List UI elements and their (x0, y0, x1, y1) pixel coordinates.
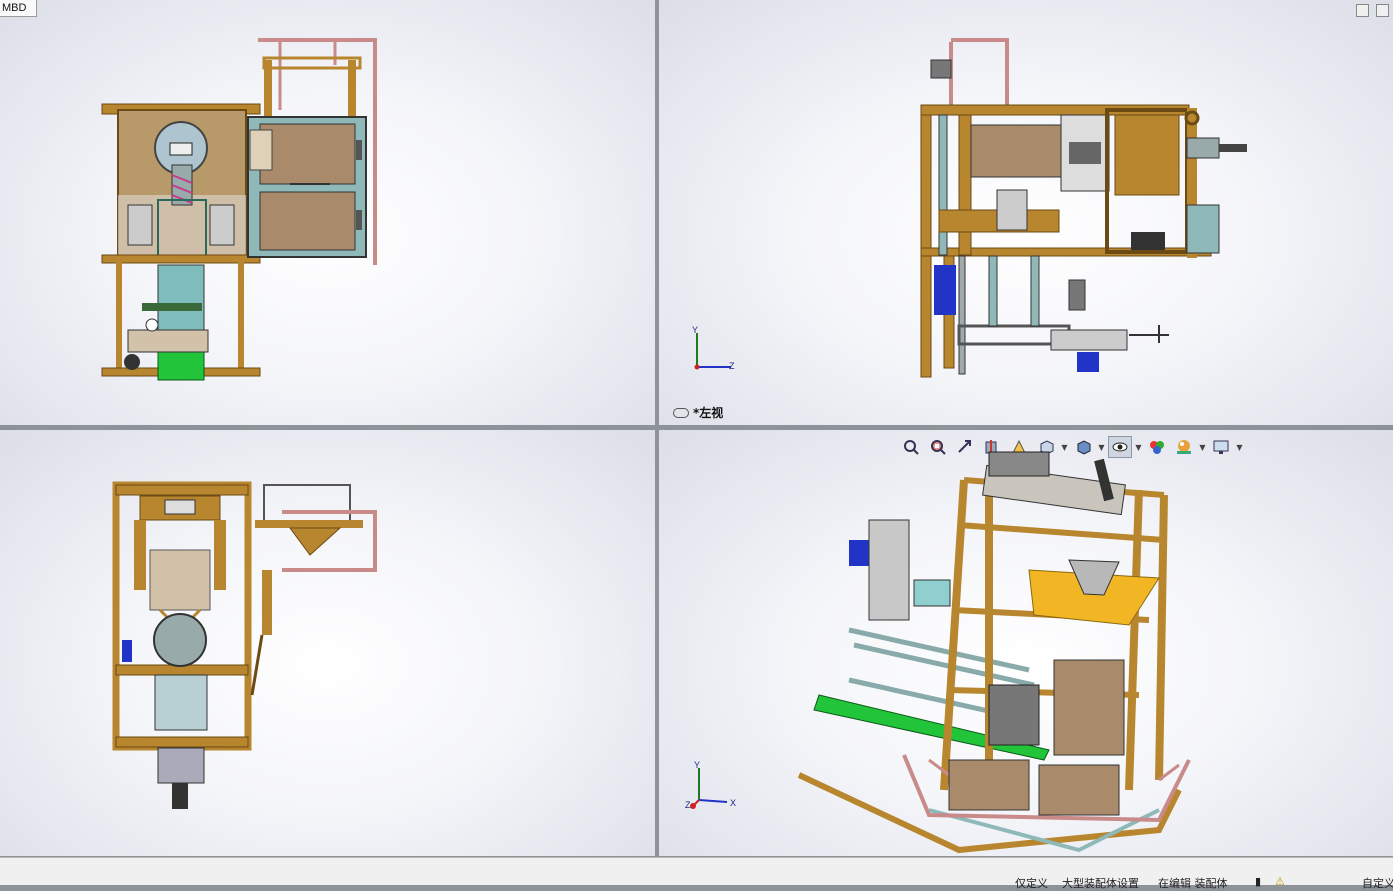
axis-triad: Y X Z (685, 760, 737, 810)
warning-icon[interactable]: ⚠ (1275, 875, 1285, 888)
status-definition: 仅定义 (1015, 877, 1048, 890)
isometric-view-drawing (797, 451, 1191, 854)
status-bar: 仅定义 大型装配体设置 在编辑 装配体 ▮ ⚠ 自定义 (0, 857, 1393, 890)
viewport-isometric[interactable]: ▼ ▼ ▼ ▼ ▼ Y X Z (659, 430, 1393, 856)
top-view-drawing (112, 481, 377, 809)
viewport-top[interactable] (0, 430, 655, 856)
view-name-label: *左视 (673, 404, 723, 421)
link-view-icon (673, 407, 689, 418)
left-view-drawing (920, 38, 1247, 378)
viewport-front[interactable]: MBD (0, 0, 655, 425)
rebuild-icon[interactable]: ▮ (1255, 875, 1261, 888)
status-large-assembly[interactable]: 大型装配体设置 (1062, 875, 1139, 891)
status-editing: 在编辑 装配体 (1158, 877, 1228, 890)
axis-triad: Y Z (692, 325, 735, 371)
status-units[interactable]: 自定义 (1362, 875, 1393, 891)
viewport-left[interactable]: Y Z *左视 (659, 0, 1393, 425)
front-view-drawing (101, 38, 377, 381)
